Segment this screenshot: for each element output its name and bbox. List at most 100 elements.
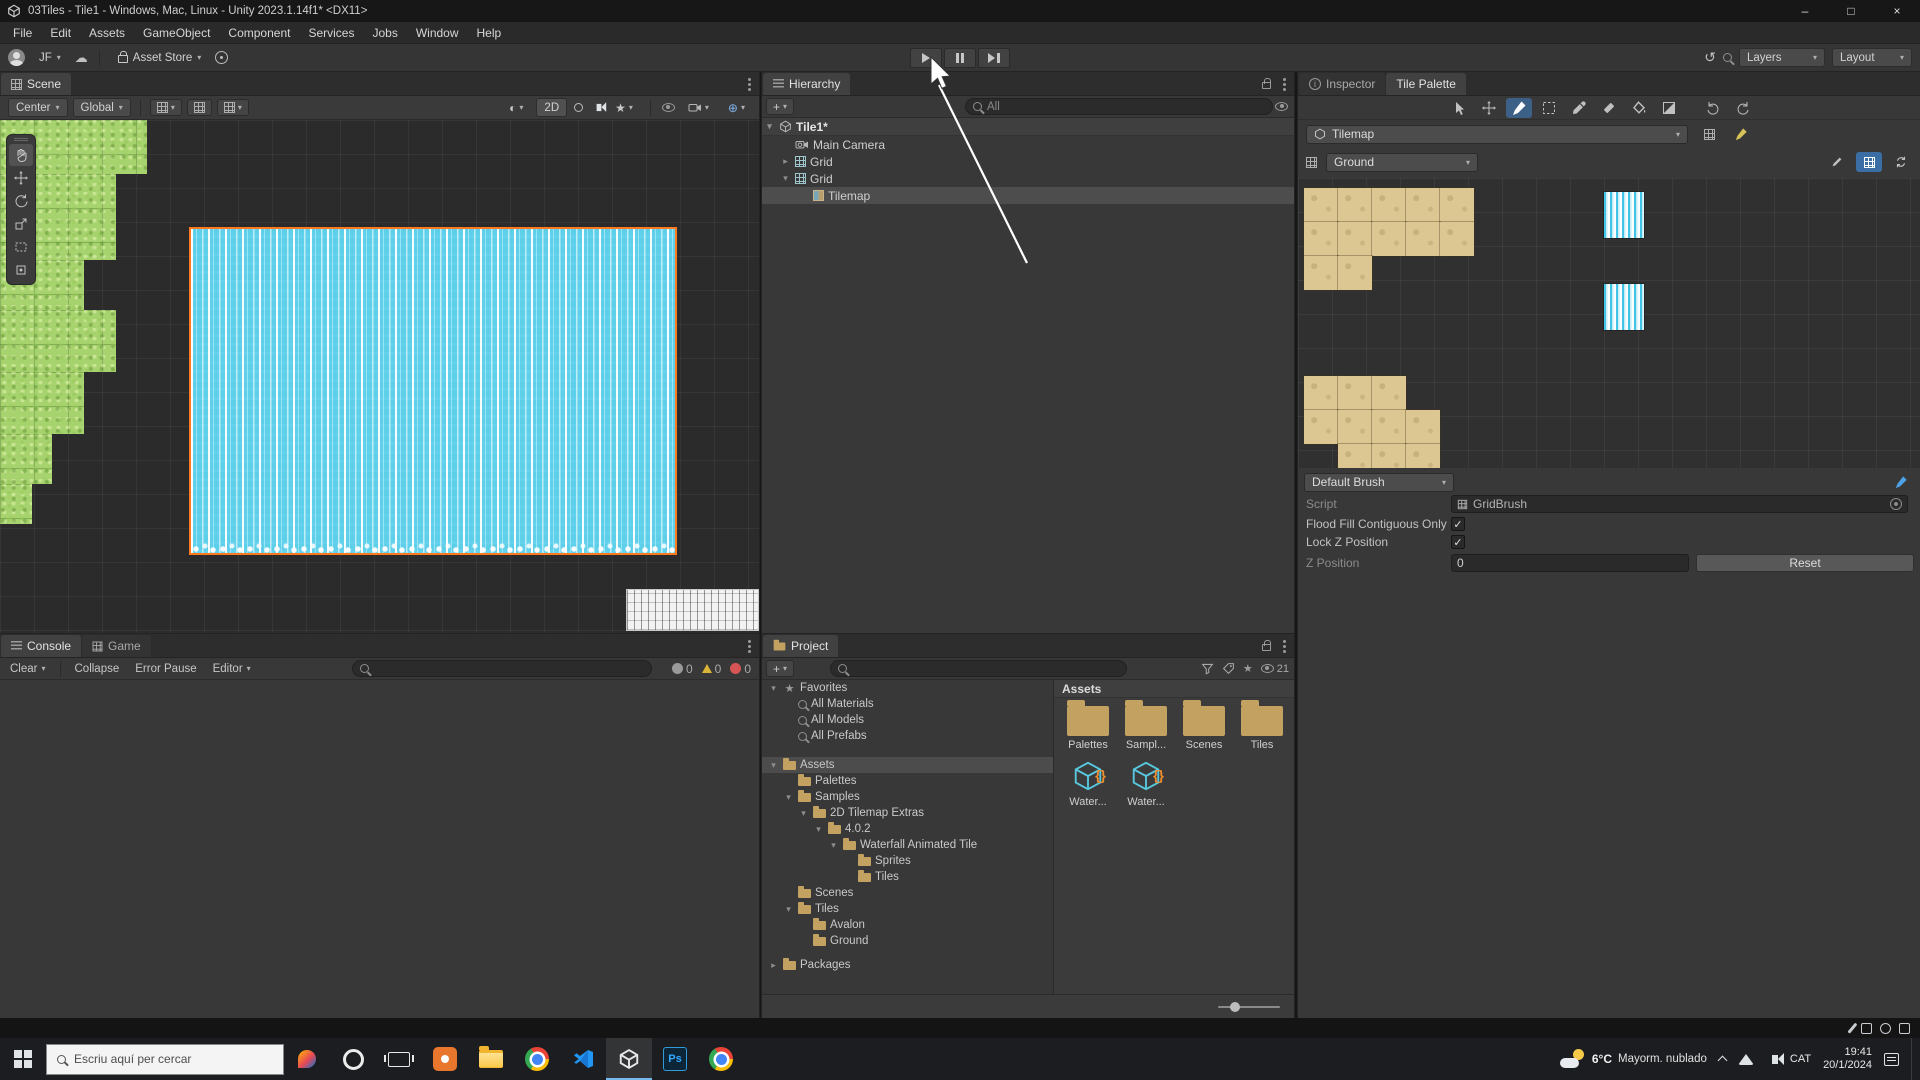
palette-tile-sand[interactable] <box>1440 222 1474 256</box>
grid-visibility-icon[interactable]: ▾ <box>150 99 182 116</box>
add-gameobject-button[interactable]: +▾ <box>766 98 794 115</box>
rotate-tool-button[interactable] <box>9 190 33 212</box>
project-tree-item[interactable]: Palettes <box>762 773 1053 789</box>
palette-tile-sand[interactable] <box>1406 222 1440 256</box>
asset-item-folder[interactable]: Tiles <box>1234 706 1290 751</box>
tab-game[interactable]: Game <box>82 635 151 657</box>
file-explorer-icon[interactable] <box>468 1038 514 1080</box>
palette-tile-water[interactable] <box>1604 192 1644 238</box>
project-tree-item[interactable]: Scenes <box>762 885 1053 901</box>
scene-viewport[interactable] <box>0 120 759 633</box>
palette-tile-sand[interactable] <box>1304 376 1338 410</box>
saved-search-star-icon[interactable]: ★ <box>1243 662 1253 675</box>
minimize-icon[interactable]: – <box>1782 0 1828 22</box>
chevron-down-icon[interactable]: ▾ <box>768 683 779 694</box>
clear-button[interactable]: Clear▾ <box>4 661 52 677</box>
palette-tile-sand[interactable] <box>1338 444 1372 468</box>
chrome-icon[interactable] <box>514 1038 560 1080</box>
menu-help[interactable]: Help <box>468 22 511 43</box>
palette-tile-sand[interactable] <box>1406 444 1440 468</box>
palette-tile-water[interactable] <box>1604 284 1644 330</box>
start-button[interactable] <box>0 1038 46 1080</box>
error-count-badge[interactable]: 0 <box>730 662 751 676</box>
asset-item-folder[interactable]: Sampl... <box>1118 706 1174 751</box>
chevron-down-icon[interactable]: ▾ <box>780 173 791 184</box>
flood-fill-tool-icon[interactable] <box>1626 98 1652 118</box>
target-icon[interactable] <box>215 51 228 64</box>
chevron-down-icon[interactable]: ▾ <box>813 824 824 835</box>
search-by-type-icon[interactable] <box>1201 662 1214 675</box>
pivot-dropdown[interactable]: Center▾ <box>8 98 68 117</box>
lock-z-checkbox[interactable] <box>1451 535 1465 549</box>
collapse-button[interactable]: Collapse <box>69 661 126 677</box>
brush-settings-icon[interactable] <box>1888 472 1914 492</box>
menu-services[interactable]: Services <box>299 22 363 43</box>
palette-grid-icon[interactable] <box>1856 152 1882 172</box>
rect-tool-button[interactable] <box>9 236 33 258</box>
script-field[interactable]: GridBrush <box>1451 495 1908 513</box>
project-tree-item[interactable]: Tiles <box>762 869 1053 885</box>
palette-tile-sand[interactable] <box>1304 256 1338 290</box>
palette-tile-sand[interactable] <box>1372 188 1406 222</box>
pause-button[interactable] <box>944 48 976 68</box>
hierarchy-row-grid-2[interactable]: ▾ Grid <box>762 170 1294 187</box>
active-tilemap-dropdown[interactable]: Tilemap▾ <box>1306 125 1688 144</box>
project-tree-item[interactable]: All Models <box>762 712 1053 728</box>
tray-expand-chevron-icon[interactable] <box>1719 1054 1726 1064</box>
show-desktop-button[interactable] <box>1911 1038 1916 1080</box>
palette-grid[interactable] <box>1298 178 1920 468</box>
volume-icon[interactable] <box>1766 1055 1778 1064</box>
account-avatar[interactable] <box>8 49 25 66</box>
cloud-icon[interactable]: ☁ <box>75 50 88 66</box>
project-tree-item[interactable]: ▾Waterfall Animated Tile <box>762 837 1053 853</box>
hierarchy-row-grid-1[interactable]: ▸ Grid <box>762 153 1294 170</box>
palette-tile-sand[interactable] <box>1338 256 1372 290</box>
palette-tile-sand[interactable] <box>1372 222 1406 256</box>
snap-icon[interactable] <box>187 99 212 116</box>
scene-picking-icon[interactable] <box>1275 102 1288 111</box>
screen-clip-icon[interactable] <box>1880 1023 1891 1034</box>
project-tree-item[interactable]: ▾Tiles <box>762 901 1053 917</box>
edit-pencil-icon[interactable] <box>1824 152 1850 172</box>
hierarchy-options-icon[interactable] <box>1283 83 1286 86</box>
search-icon[interactable] <box>1723 53 1732 62</box>
reset-button[interactable]: Reset <box>1696 554 1914 572</box>
menu-file[interactable]: File <box>4 22 41 43</box>
orientation-dropdown[interactable]: Global▾ <box>73 98 131 117</box>
palette-tile-sand[interactable] <box>1406 188 1440 222</box>
info-count-badge[interactable]: 0 <box>672 662 693 676</box>
chevron-down-icon[interactable]: ▾ <box>783 792 794 803</box>
overlay-drag-handle[interactable] <box>14 138 28 141</box>
paint-brush-tool-icon[interactable] <box>1506 98 1532 118</box>
toggle-2d-button[interactable]: 2D <box>536 98 567 117</box>
project-tree-item[interactable]: Sprites <box>762 853 1053 869</box>
scene-options-icon[interactable] <box>748 83 751 86</box>
asset-item-folder[interactable]: Scenes <box>1176 706 1232 751</box>
menu-jobs[interactable]: Jobs <box>363 22 406 43</box>
lock-icon[interactable] <box>1262 82 1271 89</box>
rotate-left-icon[interactable] <box>1700 98 1726 118</box>
project-tree-item[interactable]: Avalon <box>762 917 1053 933</box>
view-tool-button[interactable] <box>9 144 33 166</box>
menu-component[interactable]: Component <box>219 22 299 43</box>
project-tree-item[interactable]: ▾Samples <box>762 789 1053 805</box>
gizmos-dropdown-icon[interactable]: ⊕▾ <box>722 99 751 116</box>
hierarchy-row-tilemap[interactable]: Tilemap <box>762 187 1294 204</box>
eyedropper-tool-icon[interactable] <box>1566 98 1592 118</box>
console-log-area[interactable] <box>0 680 759 1018</box>
tablet-mode-icon[interactable] <box>1899 1023 1910 1034</box>
asset-store-button[interactable]: Asset Store▾ <box>111 48 208 67</box>
scene-audio-icon[interactable] <box>597 104 602 111</box>
asset-item-tile[interactable]: Water... <box>1118 759 1174 808</box>
close-icon[interactable]: × <box>1874 0 1920 22</box>
menu-assets[interactable]: Assets <box>80 22 134 43</box>
tab-tile-palette[interactable]: Tile Palette <box>1386 73 1466 95</box>
unity-app-icon[interactable] <box>606 1038 652 1080</box>
scale-tool-button[interactable] <box>9 213 33 235</box>
maximize-icon[interactable]: □ <box>1828 0 1874 22</box>
undo-history-icon[interactable]: ↺ <box>1704 49 1716 66</box>
warning-count-badge[interactable]: 0 <box>702 662 722 676</box>
palette-tile-sand[interactable] <box>1440 188 1474 222</box>
console-options-icon[interactable] <box>748 645 751 648</box>
chevron-down-icon[interactable]: ▾ <box>768 760 779 771</box>
